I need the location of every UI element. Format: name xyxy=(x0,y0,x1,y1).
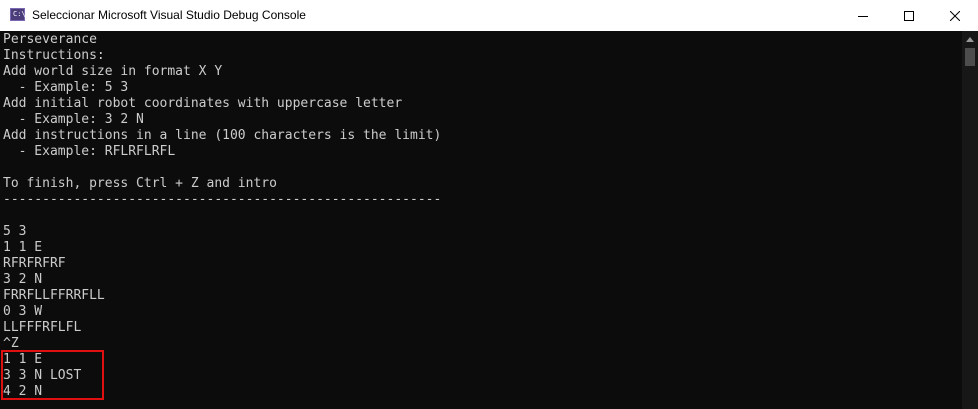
console-line: 1 1 E xyxy=(3,240,43,255)
console-line: 1 1 E xyxy=(3,352,43,367)
console-line: FRRFLLFFRRFLL xyxy=(3,288,105,303)
console-app-icon-glyph: C:\ xyxy=(13,10,26,18)
close-icon xyxy=(950,10,960,21)
title-bar[interactable]: C:\ Seleccionar Microsoft Visual Studio … xyxy=(0,0,978,31)
console-line: Perseverance xyxy=(3,32,97,47)
console-line: - Example: RFLRFLRFL xyxy=(3,144,176,159)
console-line: RFRFRFRF xyxy=(3,256,66,271)
maximize-icon xyxy=(904,10,914,21)
minimize-icon xyxy=(858,15,868,17)
console-app-icon: C:\ xyxy=(10,8,26,21)
debug-console-window: C:\ Seleccionar Microsoft Visual Studio … xyxy=(0,0,978,409)
console-line: 5 3 xyxy=(3,224,27,239)
console-line: Instructions: xyxy=(3,48,105,63)
scroll-up-button[interactable] xyxy=(962,31,978,47)
console-line: Add world size in format X Y xyxy=(3,64,223,79)
console-line: Add instructions in a line (100 characte… xyxy=(3,128,442,143)
console-line: Add initial robot coordinates with upper… xyxy=(3,96,403,111)
maximize-button[interactable] xyxy=(886,0,932,31)
vertical-scrollbar[interactable] xyxy=(962,31,978,409)
console-line: 3 2 N xyxy=(3,272,43,287)
minimize-button[interactable] xyxy=(840,0,886,31)
console-line: ----------------------------------------… xyxy=(3,192,442,207)
scroll-up-arrow-icon xyxy=(966,36,974,42)
console-line: ^Z xyxy=(3,336,19,351)
close-button[interactable] xyxy=(932,0,978,31)
console-line: 4 2 N xyxy=(3,384,43,399)
console-line: To finish, press Ctrl + Z and intro xyxy=(3,176,277,191)
console-line: 3 3 N LOST xyxy=(3,368,82,383)
console-line: - Example: 5 3 xyxy=(3,80,129,95)
console-line: 0 3 W xyxy=(3,304,43,319)
console-output[interactable]: Perseverance Instructions: Add world size … xyxy=(0,31,962,409)
window-title: Seleccionar Microsoft Visual Studio Debu… xyxy=(32,8,306,22)
console-line: LLFFFRFLFL xyxy=(3,320,82,335)
scroll-thumb[interactable] xyxy=(965,48,975,66)
console-line: - Example: 3 2 N xyxy=(3,112,144,127)
